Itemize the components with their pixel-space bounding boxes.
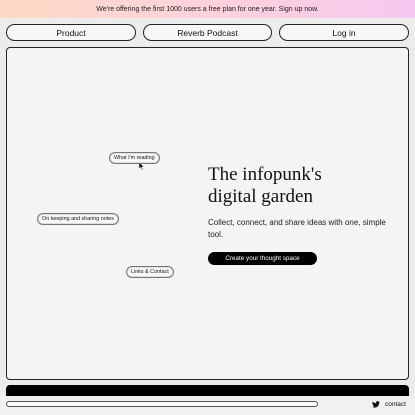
hero-subtitle: Collect, connect, and share ideas with o… — [208, 218, 386, 239]
product-button[interactable]: Product — [6, 24, 136, 41]
pointer-cursor-icon — [139, 162, 145, 170]
footer-bar: contact — [0, 396, 415, 415]
hero-title: The infopunk's digital garden — [208, 164, 398, 208]
node-what-im-reading[interactable]: What I'm reading — [109, 152, 160, 164]
hero-title-line1: The infopunk's — [208, 164, 322, 185]
create-thought-space-button[interactable]: Create your thought space — [208, 252, 317, 265]
horizontal-scrollbar[interactable] — [6, 401, 318, 407]
contact-link[interactable]: contact — [372, 399, 406, 409]
promo-banner[interactable]: We're offering the first 1000 users a fr… — [0, 0, 415, 18]
twitter-icon — [372, 400, 380, 408]
promo-banner-text[interactable]: We're offering the first 1000 users a fr… — [96, 6, 319, 13]
hero-title-line2: digital garden — [208, 186, 313, 207]
node-keeping-sharing-notes[interactable]: On keeping and sharing notes — [37, 213, 119, 225]
login-button[interactable]: Log in — [279, 24, 409, 41]
reverb-podcast-button[interactable]: Reverb Podcast — [143, 24, 272, 41]
contact-label[interactable]: contact — [385, 401, 406, 408]
hero-canvas: What I'm reading On keeping and sharing … — [6, 47, 409, 380]
top-nav: Product Reverb Podcast Log in — [0, 24, 415, 41]
node-links-contact[interactable]: Links & Contact — [126, 266, 174, 278]
